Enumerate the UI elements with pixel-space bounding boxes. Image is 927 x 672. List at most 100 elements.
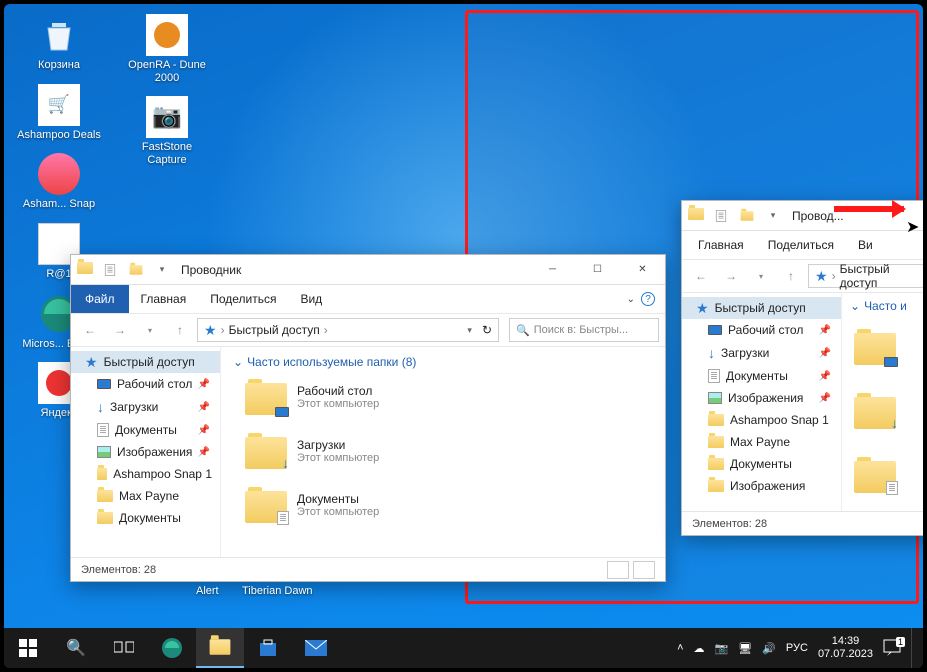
back-button[interactable]: ← [77,317,103,343]
nav-item[interactable]: Рабочий стол📌 [682,319,841,341]
folder-item[interactable]: ↓ [854,393,896,429]
search-placeholder: Поиск в: Быстры... [534,324,628,336]
nav-item[interactable]: ↓Загрузки📌 [682,341,841,365]
qat-properties-button[interactable] [99,259,121,281]
view-details-button[interactable] [607,561,629,579]
nav-item[interactable]: ★Быстрый доступ [71,351,220,373]
desktop-icon-label[interactable]: Alert [196,585,219,597]
taskview-button[interactable] [100,628,148,668]
taskbar-edge-icon[interactable] [148,628,196,668]
explorer-window-2[interactable]: ▾ Провод... Главная Поделиться Ви ← → ▾ … [681,200,923,536]
recent-dropdown[interactable]: ▾ [137,317,163,343]
desktop[interactable]: Корзина🛒Ashampoo DealsAsham... SnapR@1Mi… [4,4,923,668]
explorer-icon [688,208,704,224]
pin-icon: 📌 [198,447,210,458]
breadcrumb[interactable]: Быстрый доступ [840,262,923,290]
star-icon: ★ [815,269,828,283]
addr-dropdown-icon[interactable]: ▾ [467,325,472,336]
nav-item[interactable]: Изображения📌 [682,387,841,409]
section-header[interactable]: ⌄ Часто используемые папки (8) [233,355,653,369]
show-desktop-button[interactable] [911,628,917,668]
nav-item[interactable]: Изображения📌 [71,441,220,463]
clock[interactable]: 14:39 07.07.2023 [818,635,873,661]
navigation-pane[interactable]: ★Быстрый доступРабочий стол📌↓Загрузки📌До… [71,347,221,557]
content-pane[interactable]: ⌄ Часто используемые папки (8) Рабочий с… [221,347,665,557]
desktop-icon-label[interactable]: Tiberian Dawn [242,585,313,597]
forward-button[interactable]: → [107,317,133,343]
folder-item[interactable] [854,329,896,365]
qat-newfolder-button[interactable] [736,205,758,227]
view-icons-button[interactable] [633,561,655,579]
folder-item[interactable]: ↓ЗагрузкиЭтот компьютер [233,433,653,469]
taskbar-store-icon[interactable] [244,628,292,668]
tray-overflow-button[interactable]: ˄ [677,642,683,654]
nav-item[interactable]: Рабочий стол📌 [71,373,220,395]
tray-language[interactable]: РУС [786,642,808,654]
close-button[interactable]: ✕ [620,255,665,285]
refresh-button[interactable]: ↻ [482,323,492,337]
nav-label: Ashampoo Snap 1 [730,413,829,427]
taskbar[interactable]: 🔍 ˄ ☁ 📷 🖥 🔊 РУС 14:39 07.07.2023 [4,628,923,668]
tab-share[interactable]: Поделиться [756,232,846,258]
nav-label: Рабочий стол [728,323,803,337]
folder-item[interactable] [854,457,896,493]
address-bar[interactable]: ★ › Быстрый доступ [808,264,923,288]
nav-item[interactable]: Max Payne [71,485,220,507]
nav-item[interactable]: ★Быстрый доступ [682,297,841,319]
up-button[interactable]: ↑ [167,317,193,343]
nav-item[interactable]: Документы📌 [71,419,220,441]
help-button[interactable]: ? [641,292,655,306]
taskbar-mail-icon[interactable] [292,628,340,668]
notification-center-button[interactable]: 1 [883,639,901,657]
nav-item[interactable]: Max Payne [682,431,841,453]
section-header[interactable]: ⌄ Часто и [850,299,923,313]
back-button[interactable]: ← [688,263,714,289]
breadcrumb[interactable]: Быстрый доступ [229,323,320,337]
tray-network-icon[interactable]: 🖥 [738,642,752,655]
minimize-button[interactable]: ─ [530,255,575,285]
nav-item[interactable]: Ashampoo Snap 1 [71,463,220,485]
up-button[interactable]: ↑ [778,263,804,289]
navigation-pane[interactable]: ★Быстрый доступРабочий стол📌↓Загрузки📌До… [682,293,842,511]
faststone-icon[interactable]: 📷FastStone Capture [124,96,210,166]
tab-file[interactable]: Файл [71,285,129,313]
qat-properties-button[interactable] [710,205,732,227]
maximize-button[interactable]: ☐ [575,255,620,285]
folder-item[interactable]: ДокументыЭтот компьютер [233,487,653,523]
start-button[interactable] [4,628,52,668]
qat-dropdown-button[interactable]: ▾ [151,259,173,281]
nav-item[interactable]: Документы [71,507,220,529]
explorer-window-1[interactable]: ▾ Проводник ─ ☐ ✕ Файл Главная Поделитьс… [70,254,666,582]
titlebar[interactable]: ▾ Проводник ─ ☐ ✕ [71,255,665,285]
taskbar-explorer-icon[interactable] [196,628,244,668]
address-bar[interactable]: ★ › Быстрый доступ › ▾ ↻ [197,318,499,342]
tab-view[interactable]: Ви [846,232,885,258]
recent-dropdown[interactable]: ▾ [748,263,774,289]
qat-dropdown-button[interactable]: ▾ [762,205,784,227]
tray-onedrive-icon[interactable]: ☁ [694,642,705,655]
folder-item[interactable]: Рабочий столЭтот компьютер [233,379,653,415]
nav-item[interactable]: Ashampoo Snap 1 [682,409,841,431]
search-button[interactable]: 🔍 [52,628,100,668]
nav-label: Изображения [728,391,803,405]
tray-volume-icon[interactable]: 🔊 [762,642,776,655]
tab-share[interactable]: Поделиться [198,286,288,312]
ribbon-expand-button[interactable]: ⌄ [627,294,635,305]
nav-label: Загрузки [110,400,158,414]
tray-meetnow-icon[interactable]: 📷 [715,642,729,655]
tab-view[interactable]: Вид [288,286,334,312]
search-input[interactable]: 🔍 Поиск в: Быстры... [509,318,659,342]
nav-item[interactable]: ↓Загрузки📌 [71,395,220,419]
content-pane[interactable]: ⌄ Часто и ↓ [842,293,923,511]
ashampoo-deals-icon[interactable]: 🛒Ashampoo Deals [16,84,102,142]
forward-button[interactable]: → [718,263,744,289]
nav-item[interactable]: Документы📌 [682,365,841,387]
nav-item[interactable]: Документы [682,453,841,475]
nav-item[interactable]: Изображения [682,475,841,497]
tab-home[interactable]: Главная [129,286,199,312]
recycle-bin-icon[interactable]: Корзина [16,14,102,72]
qat-newfolder-button[interactable] [125,259,147,281]
ashampoo-snap-icon[interactable]: Asham... Snap [16,153,102,211]
tab-home[interactable]: Главная [682,232,756,258]
openra-dune-icon[interactable]: OpenRA - Dune 2000 [124,14,210,84]
